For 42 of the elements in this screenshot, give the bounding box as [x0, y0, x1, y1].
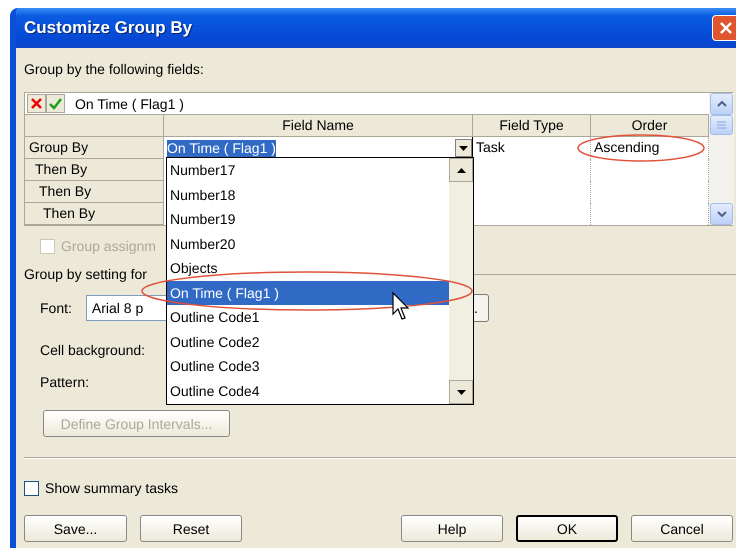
- scrollbar[interactable]: [449, 158, 473, 404]
- dialog-button[interactable]: Cancel: [631, 515, 733, 542]
- down-arrow-icon: [459, 146, 468, 150]
- scroll-down-button[interactable]: [449, 380, 473, 404]
- dialog-button[interactable]: Help: [401, 515, 503, 542]
- field-name-combo[interactable]: On Time ( Flag1 ): [164, 137, 473, 159]
- dialog-button[interactable]: Reset: [140, 515, 242, 542]
- dialog-button[interactable]: Save...: [24, 515, 127, 542]
- accept-icon[interactable]: [46, 94, 65, 113]
- scroll-thumb[interactable]: [710, 115, 733, 135]
- down-arrow-icon: [456, 390, 466, 394]
- close-icon: [719, 21, 733, 35]
- row-header: Then By: [25, 159, 164, 181]
- table-cell: Task: [473, 137, 591, 159]
- checkbox-label: Group assignm: [61, 237, 156, 256]
- cell-background-label: Cell background:: [40, 341, 146, 360]
- close-button[interactable]: [712, 15, 736, 41]
- dialog-button[interactable]: OK: [516, 515, 618, 542]
- checkbox-label: Show summary tasks: [45, 479, 178, 498]
- mouse-cursor-icon: [392, 292, 410, 320]
- table-cell: Ascending: [591, 137, 709, 159]
- scroll-up-icon[interactable]: [710, 93, 733, 115]
- column-header: Order: [591, 115, 709, 137]
- checkbox[interactable]: [24, 480, 39, 496]
- up-arrow-icon: [456, 168, 466, 172]
- column-header: Field Type: [473, 115, 591, 137]
- row-header: Then By: [25, 181, 164, 203]
- scroll-down-icon[interactable]: [710, 203, 733, 225]
- row-header: Group By: [25, 137, 164, 159]
- pattern-label: Pattern:: [40, 373, 90, 392]
- edit-value: On Time ( Flag1 ): [75, 94, 184, 114]
- column-header: Field Name: [164, 115, 473, 137]
- scrollbar[interactable]: [709, 93, 734, 225]
- font-label: Font:: [40, 299, 72, 318]
- dropdown-icon[interactable]: [455, 139, 472, 157]
- cancel-icon[interactable]: [27, 94, 46, 113]
- list-item[interactable]: On Time ( Flag1 ): [167, 280, 449, 305]
- row-header: Then By: [25, 203, 164, 225]
- window-title: Customize Group By: [24, 18, 192, 38]
- group-label: Group by setting for: [24, 265, 147, 284]
- scroll-up-button[interactable]: [449, 158, 473, 182]
- fields-label: Group by the following fields:: [24, 60, 205, 79]
